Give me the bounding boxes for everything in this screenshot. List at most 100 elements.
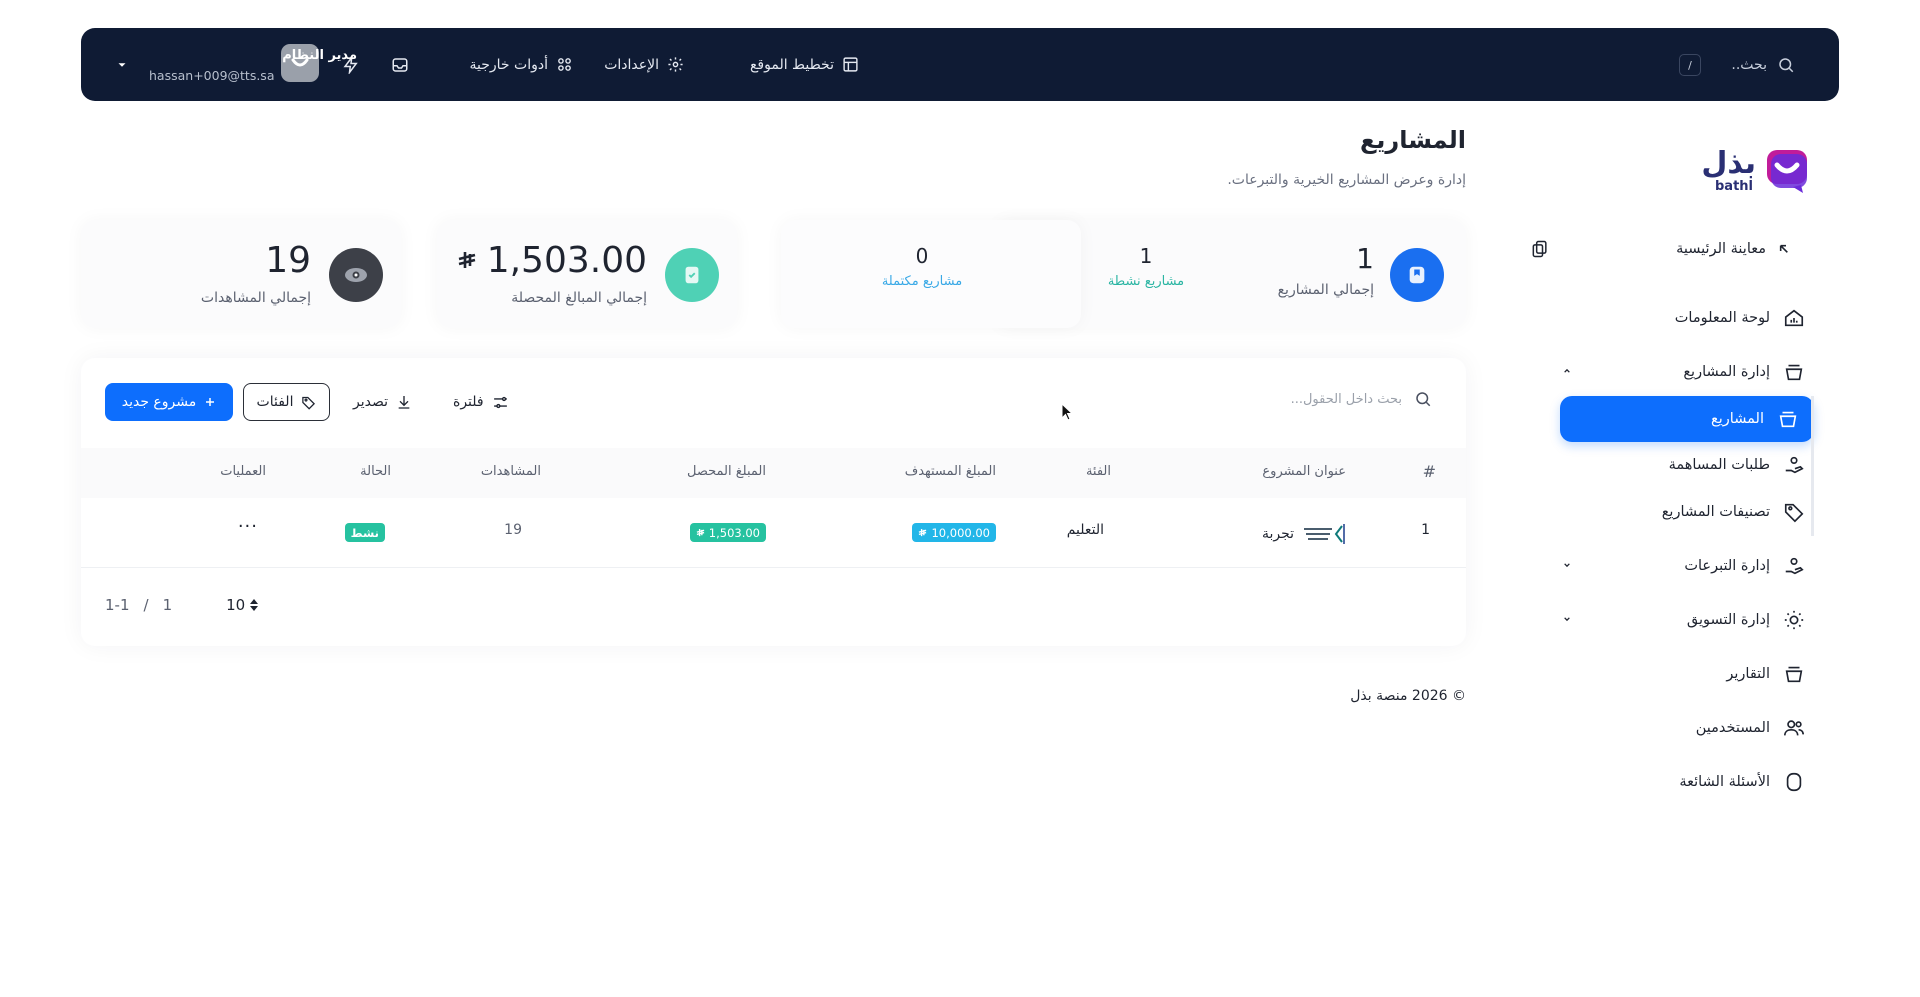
projects-table-panel: بحث داخل الحقول... فلترة تصدير الفئات مش…: [81, 358, 1466, 646]
filter-label: فلترة: [453, 394, 484, 410]
stat-card-completed: 0 مشاريع مكتملة: [781, 220, 1081, 328]
views-label: إجمالي المشاهدات: [200, 290, 311, 306]
tag-icon: [302, 396, 316, 410]
sidebar-item-users[interactable]: المستخدمين: [1550, 708, 1820, 748]
stat-completed-projects: 0 مشاريع مكتملة: [857, 244, 987, 289]
layout-icon: [843, 57, 858, 72]
collected-amount: 1,503.00: [457, 240, 647, 281]
sidebar-item-label: المستخدمين: [1695, 720, 1770, 736]
new-project-button[interactable]: مشروع جديد: [105, 383, 233, 421]
apps-grid-icon: [558, 58, 571, 71]
collected-value: 1,503.00: [486, 240, 647, 281]
row-collected-badge: 1,503.00: [689, 523, 766, 542]
search-icon: [1416, 392, 1431, 407]
sidebar-item-label: إدارة المشاريع: [1683, 364, 1770, 380]
table-row[interactable]: 1 تجربة التعليم 10,000.00 1,503.00 19 نش…: [81, 498, 1466, 568]
sidebar-item-label: إدارة التسويق: [1686, 612, 1770, 628]
riyal-icon: [458, 251, 476, 268]
collected-label: إجمالي المبالغ المحصلة: [511, 290, 647, 306]
nav-external-tools-label: أدوات خارجية: [469, 56, 548, 73]
sidebar-item-label: الأسئلة الشائعة: [1679, 774, 1770, 790]
pagination: 1-1 / 1 10: [105, 596, 259, 614]
sidebar-item-label: إدارة التبرعات: [1684, 558, 1770, 574]
sidebar-item-projects[interactable]: المشاريع: [1560, 396, 1814, 442]
completed-projects-value: 0: [915, 244, 929, 268]
user-name: مدير النظام: [282, 48, 357, 63]
sidebar-item-contribution-requests[interactable]: طلبات المساهمة: [1550, 445, 1820, 485]
sidebar-item-project-categories[interactable]: تصنيفات المشاريع: [1550, 492, 1820, 532]
sidebar-item-label: طلبات المساهمة: [1668, 457, 1770, 473]
riyal-icon: [919, 528, 927, 536]
sidebar-item-reports[interactable]: التقارير: [1550, 654, 1820, 694]
categories-label: الفئات: [256, 394, 294, 410]
sidebar-item-label: التقارير: [1726, 666, 1770, 682]
copy-pages-icon: [1532, 240, 1547, 258]
chart-home-icon: [1784, 309, 1804, 327]
chevron-up-icon: [1564, 368, 1570, 373]
nav-external-tools[interactable]: أدوات خارجية: [470, 28, 573, 101]
row-title-cell[interactable]: تجربة: [1262, 522, 1346, 546]
pagination-separator: /: [143, 596, 149, 614]
total-projects-value: 1: [1356, 242, 1374, 275]
nav-site-layout-label: تخطيط الموقع: [749, 56, 834, 73]
row-actions-menu[interactable]: ···: [238, 516, 258, 537]
pagination-page: 1: [162, 596, 173, 614]
sidebar-item-projects-management[interactable]: إدارة المشاريع: [1550, 352, 1820, 392]
chevron-down-icon: [1564, 563, 1570, 568]
filter-button[interactable]: فلترة: [453, 383, 509, 421]
pot-icon: [1785, 364, 1803, 381]
table-search[interactable]: بحث داخل الحقول...: [1291, 390, 1432, 408]
table-header: # عنوان المشروع الفئة المبلغ المستهدف ال…: [81, 448, 1466, 498]
stat-active-projects: 1 مشاريع نشطة: [1081, 244, 1211, 289]
categories-button[interactable]: الفئات: [243, 383, 330, 421]
plus-icon: [206, 398, 215, 406]
chevron-down-icon[interactable]: [115, 58, 129, 72]
arrow-up-left-icon: [1779, 244, 1788, 253]
row-title: تجربة: [1261, 526, 1294, 542]
sun-icon: [1784, 610, 1804, 630]
stat-card-views: 19 إجمالي المشاهدات: [81, 220, 401, 328]
sidebar-preview-home[interactable]: معاينة الرئيسية: [1530, 232, 1792, 266]
th-index: #: [1422, 462, 1436, 481]
stat-card-collected: 1,503.00 إجمالي المبالغ المحصلة: [437, 220, 737, 328]
mouse-cursor-icon: [1061, 403, 1073, 421]
sidebar-item-marketing-management[interactable]: إدارة التسويق: [1550, 600, 1820, 640]
views-value: 19: [265, 240, 311, 281]
pot-icon: [1785, 666, 1803, 683]
users-icon: [1784, 720, 1804, 736]
hand-person-icon: [1785, 456, 1804, 474]
hand-coin-icon: [1785, 557, 1804, 575]
sidebar-item-donations-management[interactable]: إدارة التبرعات: [1550, 546, 1820, 586]
chevron-down-icon: [1564, 617, 1570, 622]
total-projects-label: إجمالي المشاريع: [1277, 282, 1374, 298]
footer-copyright: © 2026 منصة بذل: [1350, 688, 1466, 704]
row-target-badge: 10,000.00: [912, 523, 996, 542]
bookmark-circle-icon: [1390, 248, 1444, 302]
nav-settings[interactable]: الإعدادات: [604, 28, 684, 101]
sidebar: معاينة الرئيسية لوحة المعلومات إدارة الم…: [1450, 0, 1820, 997]
page-subtitle: إدارة وعرض المشاريع الخيرية والتبرعات.: [1227, 172, 1466, 188]
sort-arrows-icon: [250, 599, 259, 611]
tag-icon: [1784, 503, 1804, 523]
nav-site-layout[interactable]: تخطيط الموقع: [750, 28, 859, 101]
row-index: 1: [1421, 522, 1430, 538]
th-actions: العمليات: [220, 464, 266, 479]
sidebar-item-label: لوحة المعلومات: [1674, 310, 1770, 326]
export-button[interactable]: تصدير: [353, 383, 412, 421]
sidebar-preview-label: معاينة الرئيسية: [1676, 241, 1766, 257]
sidebar-item-label: تصنيفات المشاريع: [1661, 504, 1770, 520]
page-title: المشاريع: [1360, 126, 1466, 154]
eye-circle-icon: [329, 248, 383, 302]
row-target: 10,000.00: [931, 525, 990, 540]
sidebar-item-dashboard[interactable]: لوحة المعلومات: [1550, 298, 1820, 338]
inbox-icon[interactable]: [389, 54, 411, 76]
sidebar-item-faq[interactable]: الأسئلة الشائعة: [1550, 762, 1820, 802]
page-size-select[interactable]: 10: [226, 596, 259, 614]
th-title: عنوان المشروع: [1262, 464, 1346, 479]
active-projects-value: 1: [1139, 244, 1153, 268]
stats-row: 1 إجمالي المشاريع 1 مشاريع نشطة 0 مشاريع…: [81, 220, 1466, 328]
download-icon: [398, 396, 410, 409]
row-views: 19: [504, 522, 522, 538]
receipt-circle-icon: [665, 248, 719, 302]
project-thumbnail-icon: [1304, 524, 1345, 544]
